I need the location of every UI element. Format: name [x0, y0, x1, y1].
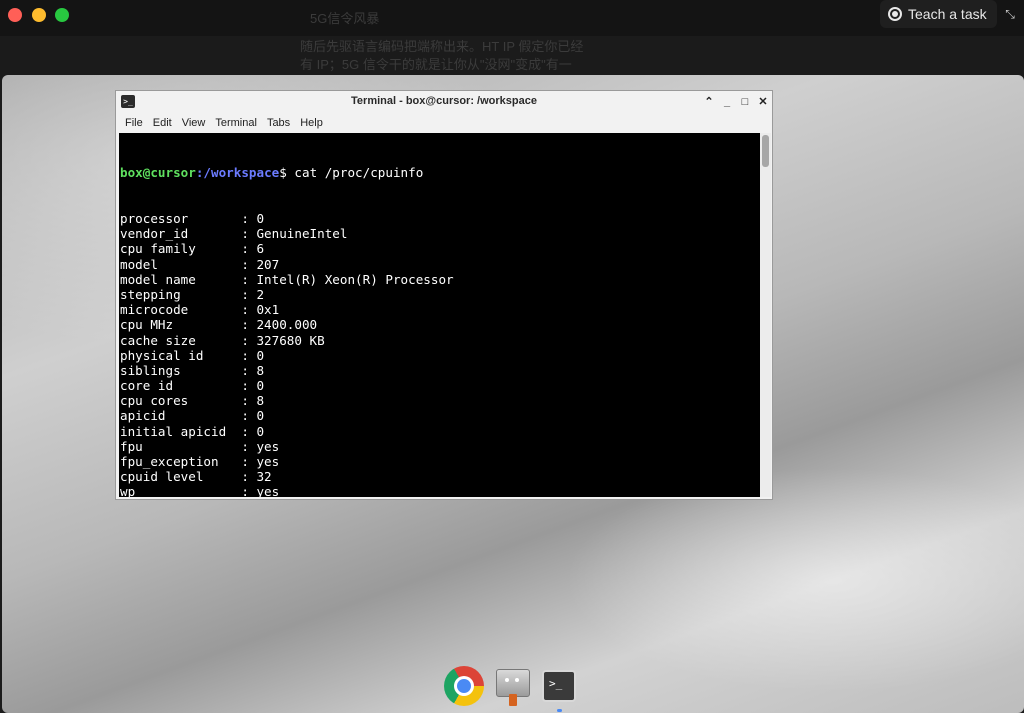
terminal-output-line: apicid : 0 [120, 408, 265, 424]
file-manager-icon[interactable] [496, 669, 530, 706]
active-app-indicator [557, 709, 562, 712]
prompt-path: :/workspace [195, 165, 280, 181]
maximize-traffic-light[interactable] [55, 8, 69, 22]
terminal-output-line: model name : Intel(R) Xeon(R) Processor [120, 271, 454, 287]
terminal-output-line: fpu_exception : yes [120, 454, 280, 469]
terminal-output-line: vendor_id : GenuineIntel [120, 226, 348, 242]
terminal-output-line: model : 207 [120, 256, 280, 272]
terminal-output: box@cursor:/workspace$ cat /proc/cpuinfo… [120, 135, 727, 497]
file-manager-icon-detail [515, 678, 519, 682]
prompt-command: $ cat /proc/cpuinfo [279, 165, 424, 181]
terminal-output-line: cpu cores : 8 [120, 393, 265, 409]
terminal-output-line: cpu MHz : 2400.000 [120, 317, 318, 333]
terminal-output-line: fpu : yes [120, 438, 280, 454]
terminal-output-line: initial apicid : 0 [120, 423, 265, 439]
terminal-output-line: microcode : 0x1 [120, 302, 280, 318]
menu-file[interactable]: File [120, 117, 148, 129]
background-app-text: 5G信令风暴 [310, 11, 380, 26]
background-app-text-2: 随后先驱语言编码把端称出来。HT IP 假定你已经 [300, 39, 584, 54]
record-icon [888, 7, 902, 21]
collapse-icon[interactable]: ⤡ [1003, 7, 1017, 21]
file-manager-icon-detail [505, 678, 509, 682]
terminal-window[interactable]: >_ Terminal - box@cursor: /workspace ⌃ _… [115, 90, 773, 500]
close-traffic-light[interactable] [8, 8, 22, 22]
terminal-output-line: cache size : 327680 KB [120, 332, 325, 348]
terminal-titlebar[interactable]: >_ Terminal - box@cursor: /workspace ⌃ _… [116, 91, 772, 113]
menu-edit[interactable]: Edit [148, 117, 177, 129]
background-app-text-3: 有 IP；5G 信令干的就是让你从"没网"变成"有一 [300, 57, 572, 72]
terminal-output-line: stepping : 2 [120, 286, 265, 302]
terminal-output-line: cpu family : 6 [120, 241, 265, 257]
terminal-output-line: wp : yes [120, 484, 280, 497]
prompt-line: box@cursor:/workspace$ cat /proc/cpuinfo [120, 165, 727, 180]
minimize-traffic-light[interactable] [32, 8, 46, 22]
chrome-icon[interactable] [444, 666, 484, 706]
terminal-icon[interactable]: >_ [542, 670, 576, 702]
close-button[interactable]: ✕ [756, 94, 770, 110]
menu-terminal[interactable]: Terminal [210, 117, 262, 129]
teach-task-label: Teach a task [908, 6, 987, 22]
menu-help[interactable]: Help [295, 117, 328, 129]
terminal-output-line: processor : 0 [120, 211, 265, 226]
terminal-menubar: File Edit View Terminal Tabs Help [116, 113, 772, 133]
menu-tabs[interactable]: Tabs [262, 117, 295, 129]
teach-task-button[interactable]: Teach a task [880, 0, 997, 28]
window-title: Terminal - box@cursor: /workspace [351, 95, 537, 107]
terminal-scrollbar[interactable] [760, 133, 771, 497]
maximize-button[interactable]: □ [738, 94, 752, 110]
shade-button[interactable]: ⌃ [702, 94, 716, 110]
terminal-output-line: cpuid level : 32 [120, 469, 272, 485]
prompt-user: box@cursor [120, 165, 196, 181]
file-manager-icon-stem [509, 694, 517, 706]
scrollbar-thumb[interactable] [762, 135, 769, 167]
menu-view[interactable]: View [177, 117, 211, 129]
terminal-output-line: core id : 0 [120, 378, 265, 394]
minimize-button[interactable]: _ [720, 94, 734, 110]
terminal-output-line: siblings : 8 [120, 362, 265, 378]
host-toolbar: 5G信令风暴 Teach a task ⤡ [0, 0, 1024, 36]
terminal-screen[interactable]: box@cursor:/workspace$ cat /proc/cpuinfo… [119, 133, 760, 497]
terminal-output-line: physical id : 0 [120, 347, 265, 363]
